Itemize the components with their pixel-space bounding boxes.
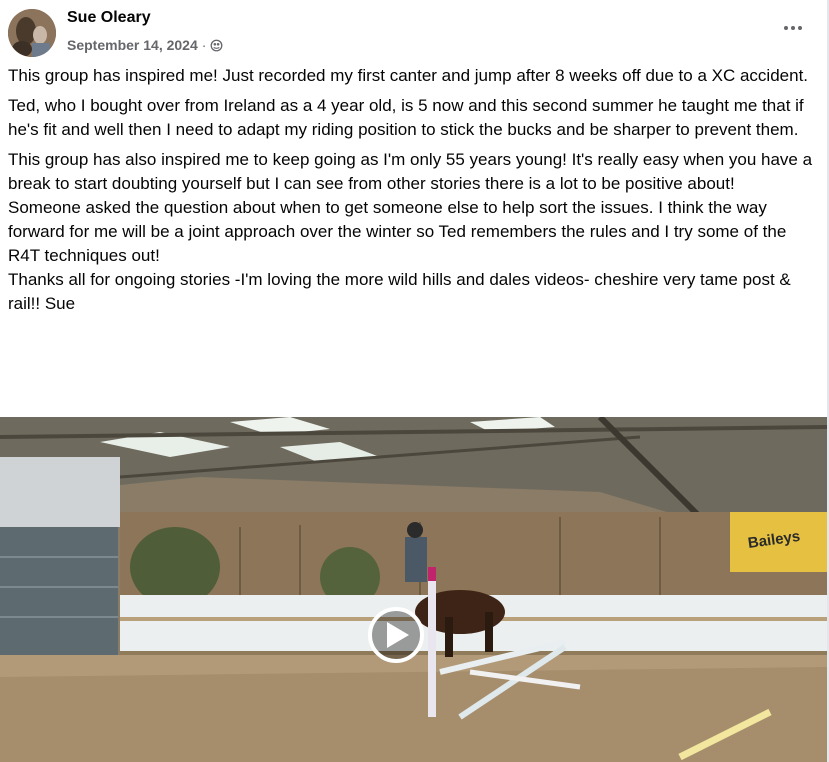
play-icon[interactable] xyxy=(368,607,424,663)
avatar[interactable] xyxy=(8,9,56,57)
more-options-icon[interactable] xyxy=(775,16,811,40)
video-frame: Baileys xyxy=(0,417,827,762)
post-header: Sue Oleary September 14, 2024 · xyxy=(0,0,829,62)
post-date[interactable]: September 14, 2024 xyxy=(67,37,198,53)
post-meta: September 14, 2024 · xyxy=(67,37,223,53)
post-paragraph: Someone asked the question about when to… xyxy=(8,198,787,265)
post-body: This group has inspired me! Just recorde… xyxy=(8,64,816,316)
post-paragraph: This group has also inspired me to keep … xyxy=(8,150,813,193)
globe-icon[interactable] xyxy=(210,39,223,52)
post-paragraph: Ted, who I bought over from Ireland as a… xyxy=(8,96,804,139)
meta-separator: · xyxy=(201,37,207,53)
video-player[interactable]: Baileys xyxy=(0,417,827,762)
post-paragraph: This group has inspired me! Just recorde… xyxy=(8,66,809,85)
author-name[interactable]: Sue Oleary xyxy=(67,9,151,27)
post-paragraph: Thanks all for ongoing stories -I'm lovi… xyxy=(8,270,791,313)
